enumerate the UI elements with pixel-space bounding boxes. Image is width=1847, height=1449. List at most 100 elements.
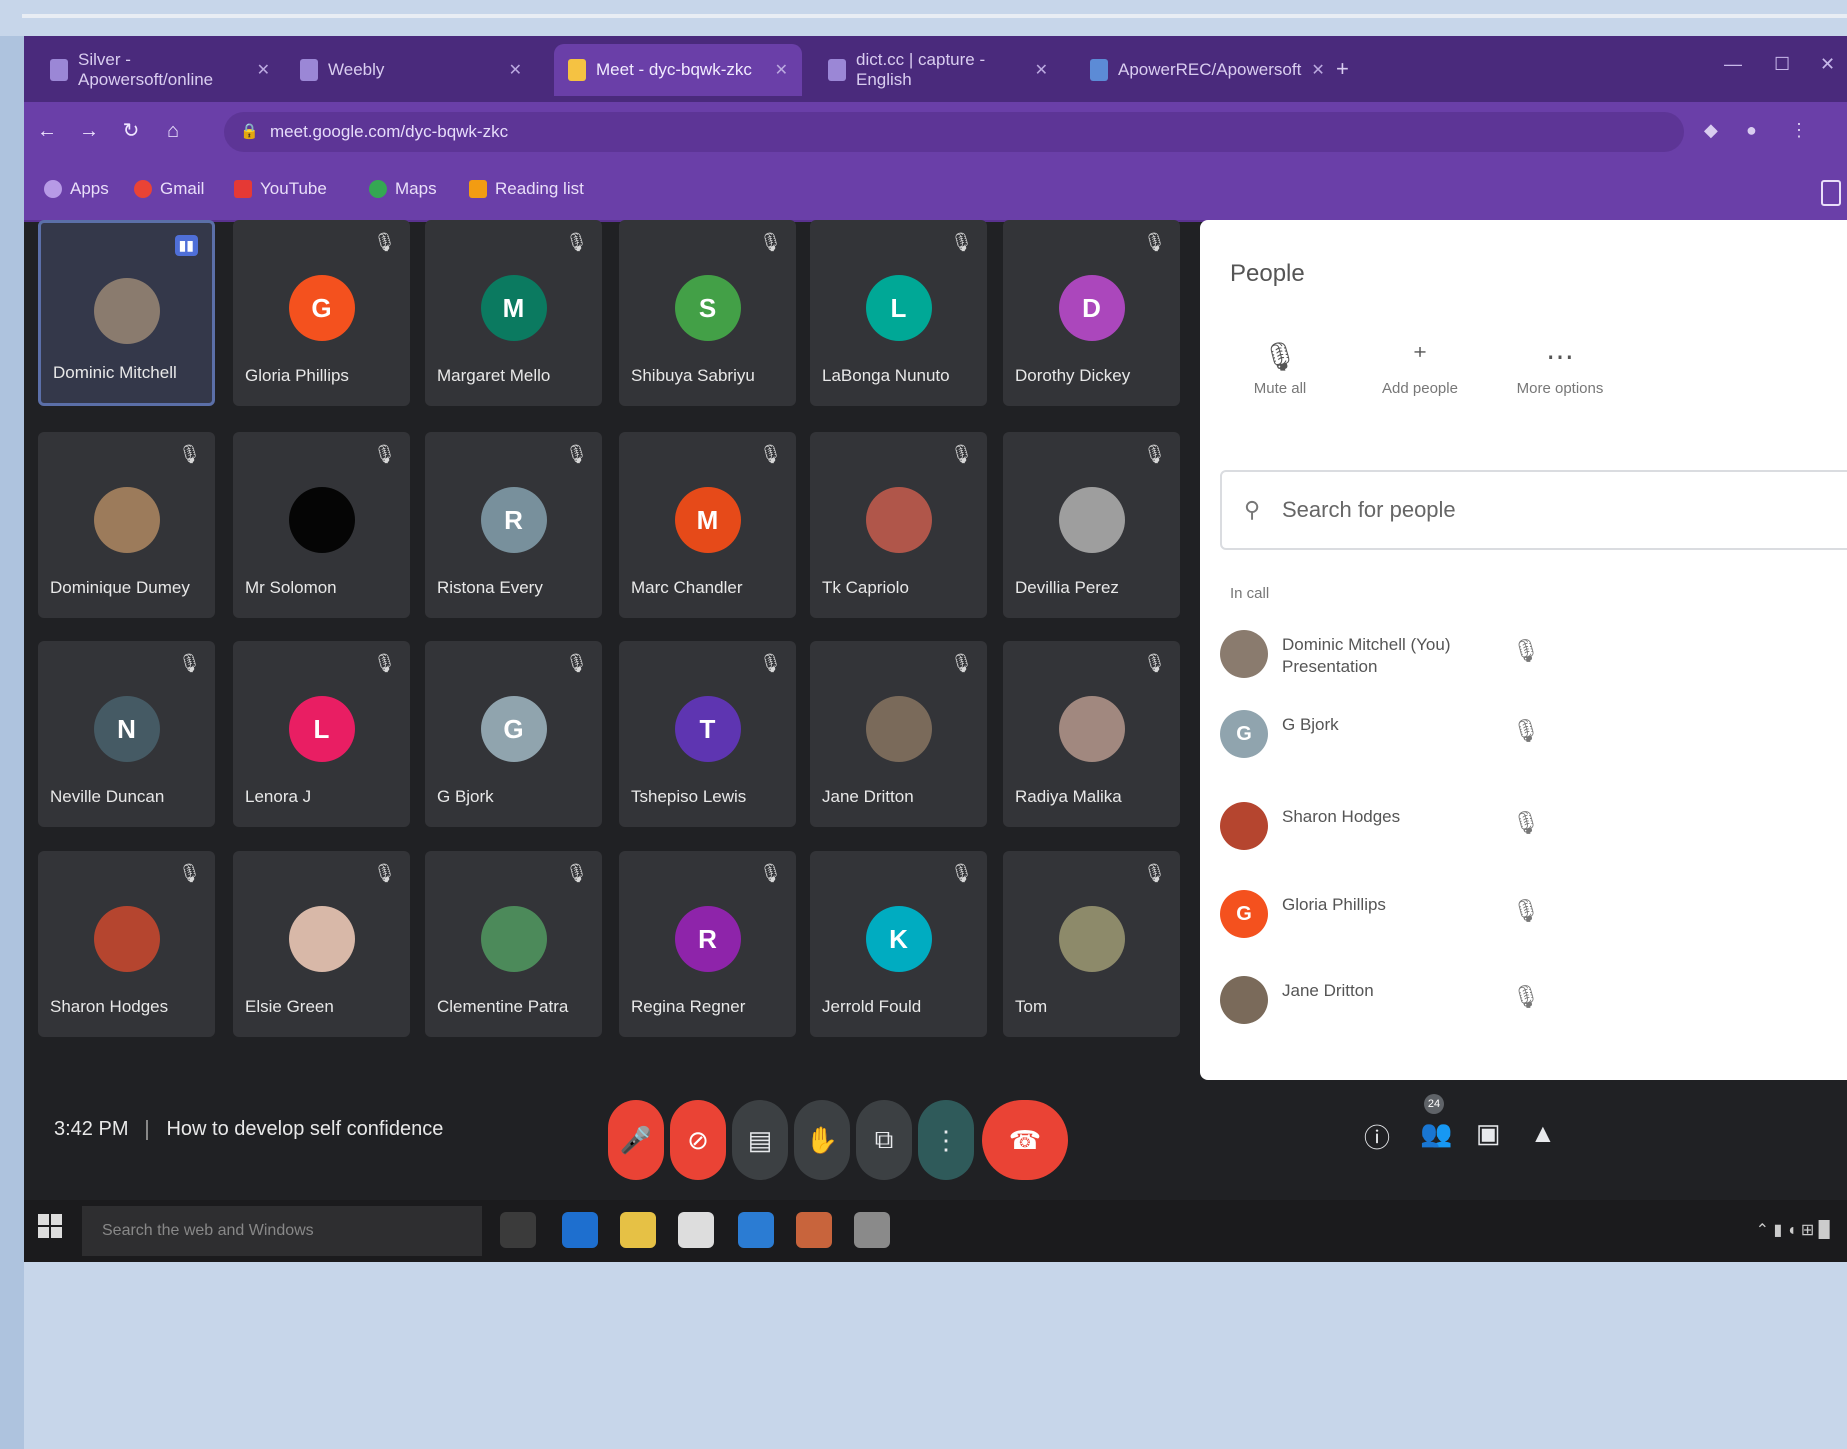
reading-list-icon[interactable]: [1821, 180, 1841, 206]
mic-off-icon[interactable]: 🎙: [1512, 810, 1540, 836]
bookmark-apps[interactable]: Apps: [44, 174, 109, 204]
activities-icon[interactable]: ▲: [1530, 1118, 1556, 1149]
forward-icon[interactable]: →: [78, 120, 100, 142]
tab-0[interactable]: Silver - Apowersoft/online ✕: [36, 44, 284, 96]
participant-tile[interactable]: 🎙 L LaBonga Nunuto: [810, 220, 987, 406]
start-icon[interactable]: [38, 1214, 62, 1238]
person-row[interactable]: G Gloria Phillips 🎙: [1220, 880, 1840, 950]
search-placeholder: Search the web and Windows: [102, 1222, 314, 1239]
tab-3[interactable]: dict.cc | capture - English ✕: [814, 44, 1062, 96]
maximize-icon[interactable]: ☐: [1774, 54, 1790, 75]
more-options-button[interactable]: ⋯ More options: [1500, 340, 1620, 398]
person-row[interactable]: Dominic Mitchell (You) Presentation 🎙: [1220, 620, 1840, 690]
participant-tile[interactable]: ▮▮ Dominic Mitchell: [38, 220, 215, 406]
menu-icon[interactable]: ⋮: [1790, 120, 1808, 141]
participant-name: Tshepiso Lewis: [631, 787, 747, 806]
close-icon[interactable]: ✕: [257, 60, 270, 80]
participant-tile[interactable]: 🎙 Dominique Dumey: [38, 432, 215, 618]
mic-off-icon[interactable]: 🎙: [1512, 638, 1540, 664]
participant-tile[interactable]: 🎙 T Tshepiso Lewis: [619, 641, 796, 827]
extension-icon[interactable]: ◆: [1704, 120, 1718, 141]
reload-icon[interactable]: ↻: [120, 120, 142, 142]
participant-tile[interactable]: 🎙 Tom: [1003, 851, 1180, 1037]
close-window-icon[interactable]: ✕: [1820, 54, 1835, 75]
participant-tile[interactable]: 🎙 R Ristona Every: [425, 432, 602, 618]
participant-tile[interactable]: 🎙 N Neville Duncan: [38, 641, 215, 827]
chat-icon[interactable]: ▣: [1476, 1118, 1501, 1149]
present-button[interactable]: ⧉: [856, 1100, 912, 1180]
file-explorer-icon[interactable]: [620, 1212, 656, 1248]
info-icon[interactable]: ⓘ: [1364, 1118, 1390, 1155]
system-tray[interactable]: ⌃ ▮ ◖ ⊞ ▉: [1756, 1220, 1831, 1240]
people-icon[interactable]: 👥: [1420, 1118, 1452, 1149]
mic-off-icon[interactable]: 🎙: [1512, 984, 1540, 1010]
app-icon[interactable]: [796, 1212, 832, 1248]
participant-tile[interactable]: 🎙 Sharon Hodges: [38, 851, 215, 1037]
participant-tile[interactable]: 🎙 G Gloria Phillips: [233, 220, 410, 406]
mic-off-icon[interactable]: 🎙: [1512, 718, 1540, 744]
participant-tile[interactable]: 🎙 D Dorothy Dickey: [1003, 220, 1180, 406]
participant-tile[interactable]: 🎙 Devillia Perez: [1003, 432, 1180, 618]
profile-icon[interactable]: ●: [1746, 120, 1757, 141]
participant-tile[interactable]: 🎙 Mr Solomon: [233, 432, 410, 618]
tab-label: Silver - Apowersoft/online: [78, 50, 214, 89]
hand-icon: ✋: [805, 1124, 839, 1155]
tab-2-active[interactable]: Meet - dyc-bqwk-zkc ✕: [554, 44, 802, 96]
taskbar-search-input[interactable]: Search the web and Windows: [82, 1206, 482, 1256]
participant-tile[interactable]: 🎙 Clementine Patra: [425, 851, 602, 1037]
captions-button[interactable]: ▤: [732, 1100, 788, 1180]
tab-bar: Silver - Apowersoft/online ✕ Weebly ✕ Me…: [24, 36, 1847, 102]
add-people-button[interactable]: ⁺ Add people: [1360, 340, 1480, 398]
photo-frame: Silver - Apowersoft/online ✕ Weebly ✕ Me…: [0, 0, 1847, 1449]
more-icon: ⋮: [933, 1124, 959, 1155]
minimize-icon[interactable]: —: [1724, 54, 1742, 75]
participant-name: Margaret Mello: [437, 366, 551, 385]
mic-off-icon[interactable]: 🎙: [1512, 898, 1540, 924]
participant-name: Marc Chandler: [631, 578, 743, 597]
person-row[interactable]: Jane Dritton 🎙: [1220, 966, 1840, 1036]
store-icon[interactable]: [678, 1212, 714, 1248]
home-icon[interactable]: ⌂: [162, 120, 184, 142]
task-view-icon[interactable]: [500, 1212, 536, 1248]
participant-tile[interactable]: 🎙 Radiya Malika: [1003, 641, 1180, 827]
close-icon[interactable]: ✕: [1311, 60, 1324, 80]
edge-icon[interactable]: [562, 1212, 598, 1248]
more-button[interactable]: ⋮: [918, 1100, 974, 1180]
participant-tile[interactable]: 🎙 K Jerrold Fould: [810, 851, 987, 1037]
bookmark-youtube[interactable]: YouTube: [234, 174, 327, 204]
mic-off-icon: 🎙: [950, 863, 973, 883]
close-icon[interactable]: ✕: [775, 60, 788, 80]
mic-off-icon: 🎙: [1143, 444, 1166, 464]
participant-tile[interactable]: 🎙 M Marc Chandler: [619, 432, 796, 618]
people-search-input[interactable]: ⚲ Search for people: [1220, 470, 1847, 550]
mute-all-button[interactable]: 🎙 Mute all: [1220, 340, 1340, 398]
action-label: Mute all: [1253, 380, 1307, 397]
new-tab-icon[interactable]: +: [1336, 56, 1349, 82]
participant-tile[interactable]: 🎙 Elsie Green: [233, 851, 410, 1037]
mail-icon[interactable]: [738, 1212, 774, 1248]
tab-1[interactable]: Weebly ✕: [286, 44, 536, 96]
camera-button[interactable]: ⊘: [670, 1100, 726, 1180]
bookmark-reading-list[interactable]: Reading list: [469, 174, 584, 204]
close-icon[interactable]: ✕: [509, 60, 522, 80]
back-icon[interactable]: ←: [36, 120, 58, 142]
participant-tile[interactable]: 🎙 R Regina Regner: [619, 851, 796, 1037]
participant-tile[interactable]: 🎙 M Margaret Mello: [425, 220, 602, 406]
tab-4[interactable]: ApowerREC/Apowersoft ✕: [1076, 44, 1325, 96]
person-row[interactable]: Sharon Hodges 🎙: [1220, 792, 1840, 862]
participant-tile[interactable]: 🎙 Jane Dritton: [810, 641, 987, 827]
person-row[interactable]: G G Bjork 🎙: [1220, 700, 1840, 770]
end-call-button[interactable]: ☎: [982, 1100, 1068, 1180]
chrome-icon[interactable]: [854, 1212, 890, 1248]
participant-tile[interactable]: 🎙 L Lenora J: [233, 641, 410, 827]
mic-off-icon: 🎙: [1143, 653, 1166, 673]
participant-tile[interactable]: 🎙 Tk Capriolo: [810, 432, 987, 618]
url-field[interactable]: 🔒 meet.google.com/dyc-bqwk-zkc: [224, 112, 1684, 152]
participant-tile[interactable]: 🎙 G G Bjork: [425, 641, 602, 827]
bookmark-gmail[interactable]: Gmail: [134, 174, 204, 204]
close-icon[interactable]: ✕: [1035, 60, 1048, 80]
bookmark-maps[interactable]: Maps: [369, 174, 437, 204]
participant-tile[interactable]: 🎙 S Shibuya Sabriyu: [619, 220, 796, 406]
mic-button[interactable]: 🎤: [608, 1100, 664, 1180]
raise-hand-button[interactable]: ✋: [794, 1100, 850, 1180]
